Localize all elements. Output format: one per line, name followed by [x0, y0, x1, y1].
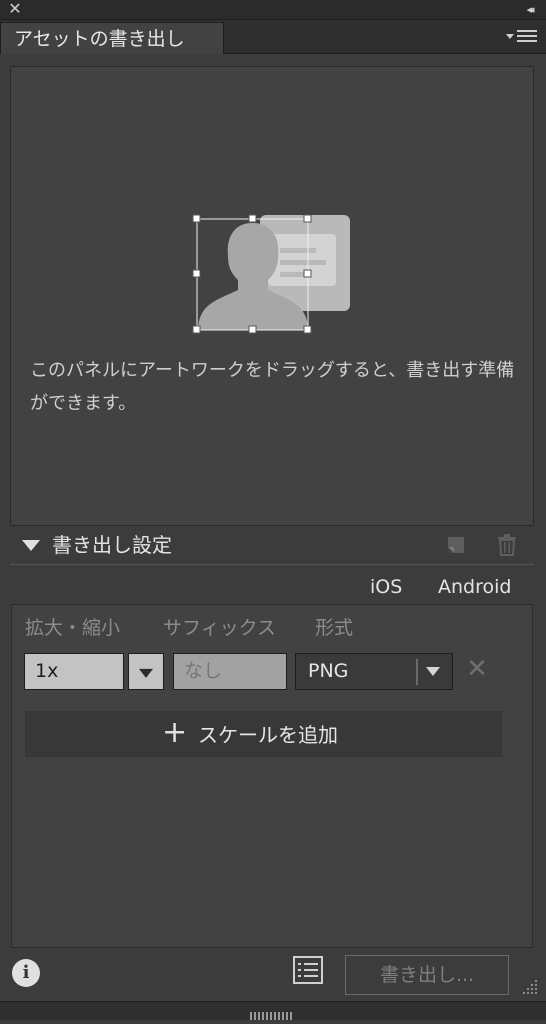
artwork-drag-placeholder-icon	[192, 214, 350, 334]
panel-resize-handle[interactable]	[250, 1005, 292, 1020]
format-value: PNG	[308, 660, 349, 682]
export-for-screens-button[interactable]	[446, 535, 466, 555]
remove-scale-button[interactable]: ✕	[464, 655, 490, 685]
info-icon[interactable]: i	[12, 959, 40, 987]
scale-dropdown-button[interactable]	[128, 653, 164, 690]
panel-menu-icon	[506, 30, 537, 42]
disclosure-triangle-icon[interactable]	[22, 540, 40, 551]
format-select[interactable]: PNG	[295, 653, 453, 690]
export-settings-title: 書き出し設定	[52, 533, 172, 557]
add-scale-label: スケールを追加	[198, 723, 338, 747]
format-divider	[416, 659, 418, 685]
suffix-input[interactable]: なし	[173, 653, 287, 690]
delete-button[interactable]	[496, 533, 518, 557]
column-suffix-header: サフィックス	[163, 617, 277, 639]
plus-icon: +	[162, 715, 188, 750]
panel-titlebar	[0, 0, 546, 20]
preset-ios[interactable]: iOS	[370, 574, 402, 600]
chevron-down-icon	[139, 668, 153, 678]
tab-export-assets[interactable]: アセットの書き出し	[0, 22, 224, 54]
preset-android[interactable]: Android	[438, 574, 511, 600]
dropzone-message: このパネルにアートワークをドラッグすると、書き出す準備ができます。	[30, 360, 515, 414]
resize-grip-icon[interactable]	[523, 976, 539, 996]
collapse-panel-button[interactable]: ◂◂	[518, 0, 540, 20]
export-settings-list-button[interactable]	[293, 956, 323, 984]
scale-input[interactable]: 1x	[24, 653, 124, 690]
export-button[interactable]: 書き出し...	[345, 955, 509, 995]
column-scale-header: 拡大・縮小	[25, 617, 121, 639]
list-settings-icon	[293, 956, 323, 984]
column-format-header: 形式	[315, 617, 354, 639]
panel-menu-button[interactable]	[506, 28, 538, 46]
close-panel-button[interactable]: ✕	[6, 0, 24, 20]
chevron-down-icon	[426, 667, 440, 676]
export-for-screens-icon	[448, 537, 464, 553]
trash-icon	[498, 534, 516, 556]
